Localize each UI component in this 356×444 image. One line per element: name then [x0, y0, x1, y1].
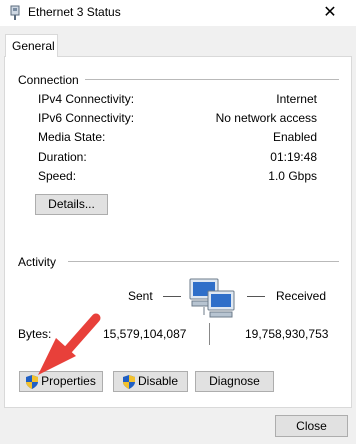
ipv4-label: IPv4 Connectivity:: [38, 92, 135, 106]
sent-dash: [163, 296, 181, 297]
disable-button[interactable]: Disable: [113, 371, 188, 392]
window-title: Ethernet 3 Status: [28, 5, 121, 19]
media-state-value: Enabled: [272, 130, 317, 144]
properties-label: Properties: [41, 374, 96, 388]
sent-label: Sent: [128, 289, 153, 303]
bytes-received-value: 19,758,930,753: [245, 327, 329, 341]
window-close-button[interactable]: ✕: [310, 1, 350, 25]
bytes-divider: [209, 323, 210, 345]
details-button[interactable]: Details...: [35, 194, 108, 215]
uac-shield-icon: [122, 374, 135, 389]
tab-general[interactable]: General: [5, 34, 58, 57]
media-state-label: Media State:: [38, 130, 106, 144]
title-bar: Ethernet 3 Status ✕: [0, 0, 356, 26]
uac-shield-icon: [26, 374, 39, 389]
duration-value: 01:19:48: [270, 150, 317, 164]
bytes-label: Bytes:: [18, 327, 52, 341]
duration-label: Duration:: [38, 150, 87, 164]
received-dash: [247, 296, 265, 297]
tab-panel: Connection IPv4 Connectivity: Internet I…: [4, 56, 352, 408]
bytes-sent-value: 15,579,104,087: [103, 327, 187, 341]
divider: [85, 79, 339, 80]
received-label: Received: [276, 289, 327, 303]
network-computers-icon: [189, 278, 235, 318]
disable-label: Disable: [137, 374, 179, 388]
tab-label: General: [12, 39, 55, 53]
ipv6-value: No network access: [215, 111, 317, 125]
ipv4-value: Internet: [276, 92, 317, 106]
activity-heading: Activity: [18, 255, 57, 269]
diagnose-button[interactable]: Diagnose: [195, 371, 274, 392]
ipv6-label: IPv6 Connectivity:: [38, 111, 135, 125]
connection-heading: Connection: [18, 73, 79, 87]
speed-value: 1.0 Gbps: [268, 169, 317, 183]
dialog-client: General Connection IPv4 Connectivity: In…: [0, 26, 356, 444]
speed-label: Speed:: [38, 169, 77, 183]
close-button[interactable]: Close: [275, 415, 348, 437]
ethernet-icon: [10, 5, 20, 20]
properties-button[interactable]: Properties: [19, 371, 103, 392]
divider: [68, 261, 339, 262]
